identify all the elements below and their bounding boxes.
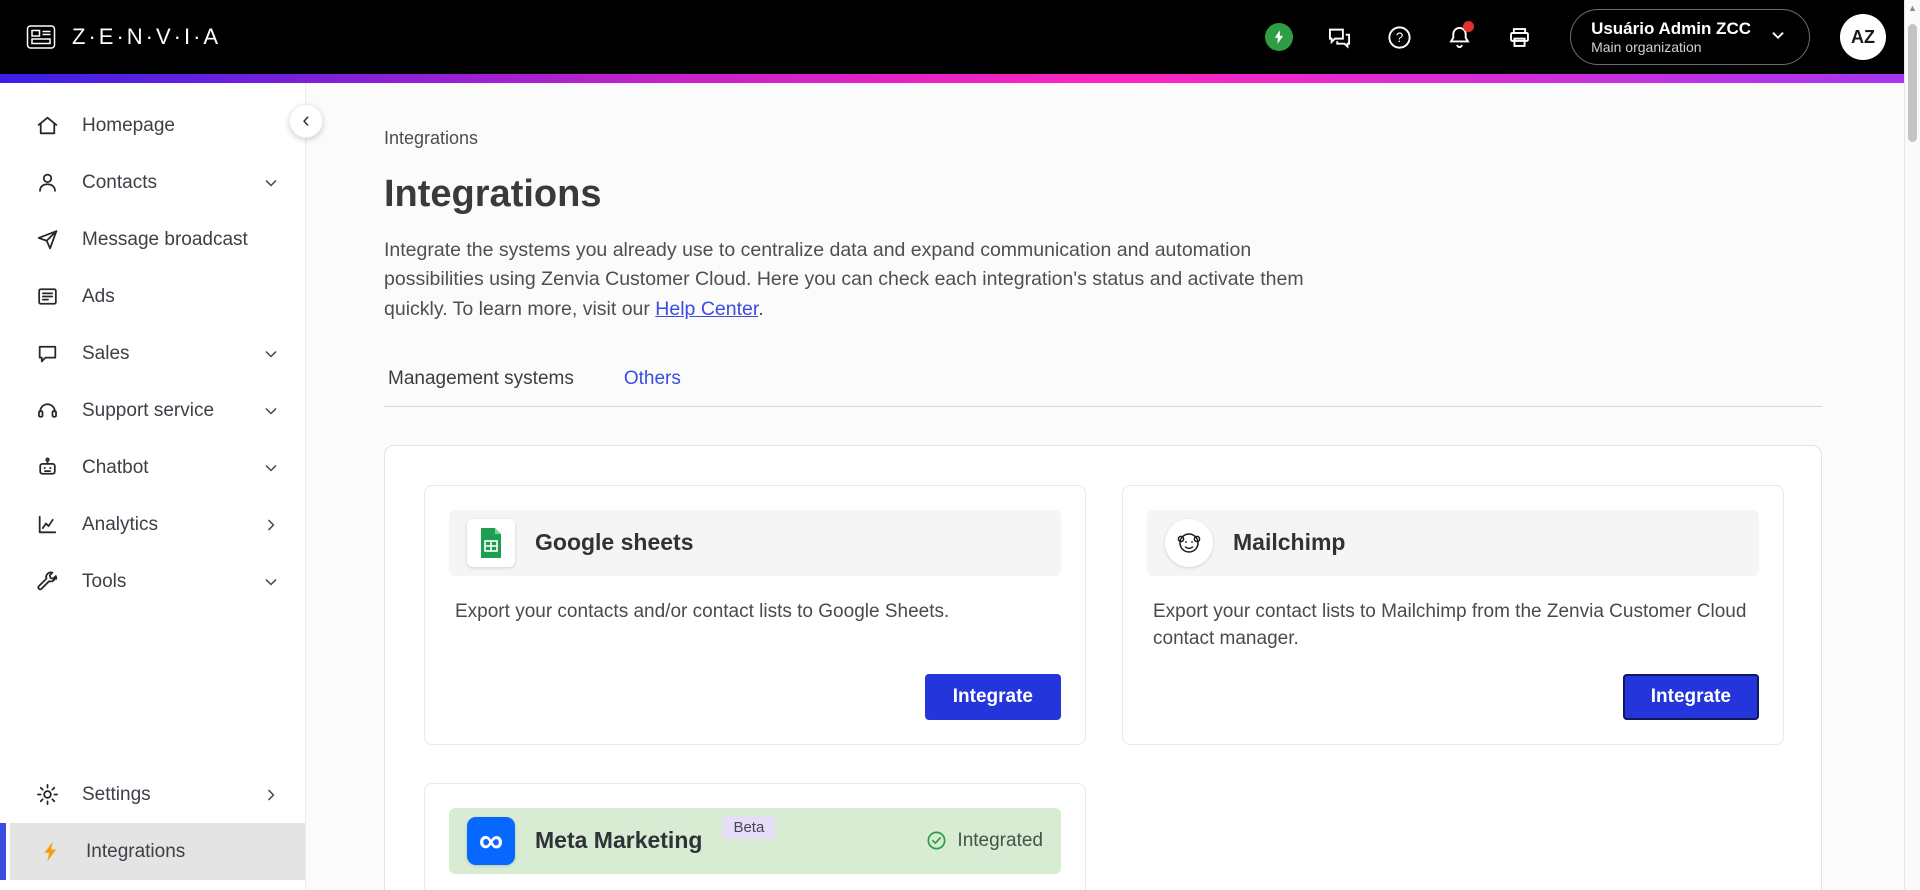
robot-icon [34,455,60,481]
topbar-actions: ? Usuário Admin ZCC Main organization AZ [1264,8,1886,66]
lightning-bolt-icon [38,839,64,865]
card-description: Export your contacts and/or contact list… [455,600,950,622]
card-title: Mailchimp [1233,529,1346,556]
card-mailchimp: Mailchimp Export your contact lists to M… [1122,484,1784,745]
sidebar-item-sales[interactable]: Sales [0,325,305,382]
page-description: Integrate the systems you already use to… [384,236,1309,324]
notification-badge [1463,21,1475,32]
sidebar-item-contacts[interactable]: Contacts [0,154,305,211]
page-description-text: Integrate the systems you already use to… [384,239,1304,320]
chat-bubble-icon [34,341,60,367]
analytics-chart-icon [34,512,60,538]
card-google-sheets-header: Google sheets [449,509,1061,576]
beta-badge: Beta [722,816,776,840]
sidebar-item-message-broadcast[interactable]: Message broadcast [0,211,305,268]
notifications-bell-icon[interactable] [1444,21,1475,52]
status-bolt-icon[interactable] [1264,22,1294,52]
chevron-right-icon [261,515,281,535]
chevron-down-icon [261,572,281,592]
integrate-mailchimp-button[interactable]: Integrate [1622,673,1759,720]
sidebar-item-integrations[interactable]: Integrations [0,823,305,880]
chevron-down-icon [261,344,281,364]
tab-others[interactable]: Others [620,368,685,406]
gear-icon [34,782,60,808]
google-sheets-icon [467,518,515,567]
chevron-down-icon [1767,24,1789,51]
logo-text: Z·E·N·V·I·A [72,24,222,49]
svg-text:?: ? [1395,30,1403,45]
scroll-up-arrow[interactable]: ▲ [1905,0,1920,16]
user-name: Usuário Admin ZCC [1591,18,1751,38]
help-center-link[interactable]: Help Center [655,298,758,320]
sidebar-item-tools[interactable]: Tools [0,553,305,610]
page-scrollbar: ▲ [1904,0,1920,890]
app-window: Z·E·N·V·I·A ? Usuário Admin ZCC Main org… [0,0,1920,890]
scrollbar-thumb[interactable] [1908,24,1917,142]
sidebar-item-analytics[interactable]: Analytics [0,496,305,553]
page-title: Integrations [384,173,602,215]
meta-icon: ∞ [467,816,515,865]
page-description-period: . [758,297,764,320]
integration-tabs: Management systems Others [384,368,1822,407]
integrated-status: Integrated [925,829,1043,852]
sidebar-item-homepage[interactable]: Homepage [0,97,305,154]
integrate-google-sheets-button[interactable]: Integrate [924,673,1061,720]
integrations-panel: Google sheets Export your contacts and/o… [384,444,1822,890]
topbar: Z·E·N·V·I·A ? Usuário Admin ZCC Main org… [0,0,1920,74]
sidebar-main-nav: Homepage Contacts Message broadcast Ads … [0,97,305,610]
card-meta-marketing-header: ∞ Meta Marketing Beta Integrated [449,807,1061,874]
organization-switcher[interactable]: Usuário Admin ZCC Main organization [1570,8,1810,66]
printer-icon[interactable] [1504,22,1534,52]
card-meta-marketing: ∞ Meta Marketing Beta Integrated Connect… [424,782,1086,890]
send-icon [34,227,60,253]
chevron-right-icon [261,785,281,805]
user-organization: Main organization [1591,38,1702,55]
sidebar-item-ads[interactable]: Ads [0,268,305,325]
sidebar: Homepage Contacts Message broadcast Ads … [0,83,306,890]
zenvia-logo-icon [26,25,56,49]
card-title: Google sheets [535,529,694,556]
contacts-icon [34,170,60,196]
chevron-down-icon [261,173,281,193]
sidebar-item-settings[interactable]: Settings [0,766,305,823]
sidebar-item-chatbot[interactable]: Chatbot [0,439,305,496]
integrated-status-label: Integrated [957,829,1043,851]
breadcrumb: Integrations [384,128,479,148]
ads-icon [34,284,60,310]
check-circle-icon [927,831,946,850]
mailchimp-icon [1165,518,1213,567]
conversations-icon[interactable] [1324,22,1354,52]
home-icon [34,113,60,139]
main-content: Integrations Integrations Integrate the … [306,83,1920,890]
zenvia-logo[interactable]: Z·E·N·V·I·A [24,22,221,52]
card-title: Meta Marketing [535,827,703,854]
chevron-down-icon [261,458,281,478]
card-description: Export your contact lists to Mailchimp f… [1153,600,1747,650]
brand-gradient-bar [0,74,1920,83]
collapse-sidebar-button[interactable]: ‹ [289,104,323,138]
headset-icon [34,398,60,424]
sidebar-bottom-nav: Settings Integrations [0,766,305,880]
sidebar-item-support-service[interactable]: Support service [0,382,305,439]
card-google-sheets: Google sheets Export your contacts and/o… [424,484,1086,745]
chevron-down-icon [261,401,281,421]
tools-icon [34,569,60,595]
tab-management-systems[interactable]: Management systems [384,368,578,406]
status-circle [1265,23,1294,51]
avatar[interactable]: AZ [1840,14,1886,60]
card-mailchimp-header: Mailchimp [1147,509,1759,576]
help-icon[interactable]: ? [1384,22,1414,52]
